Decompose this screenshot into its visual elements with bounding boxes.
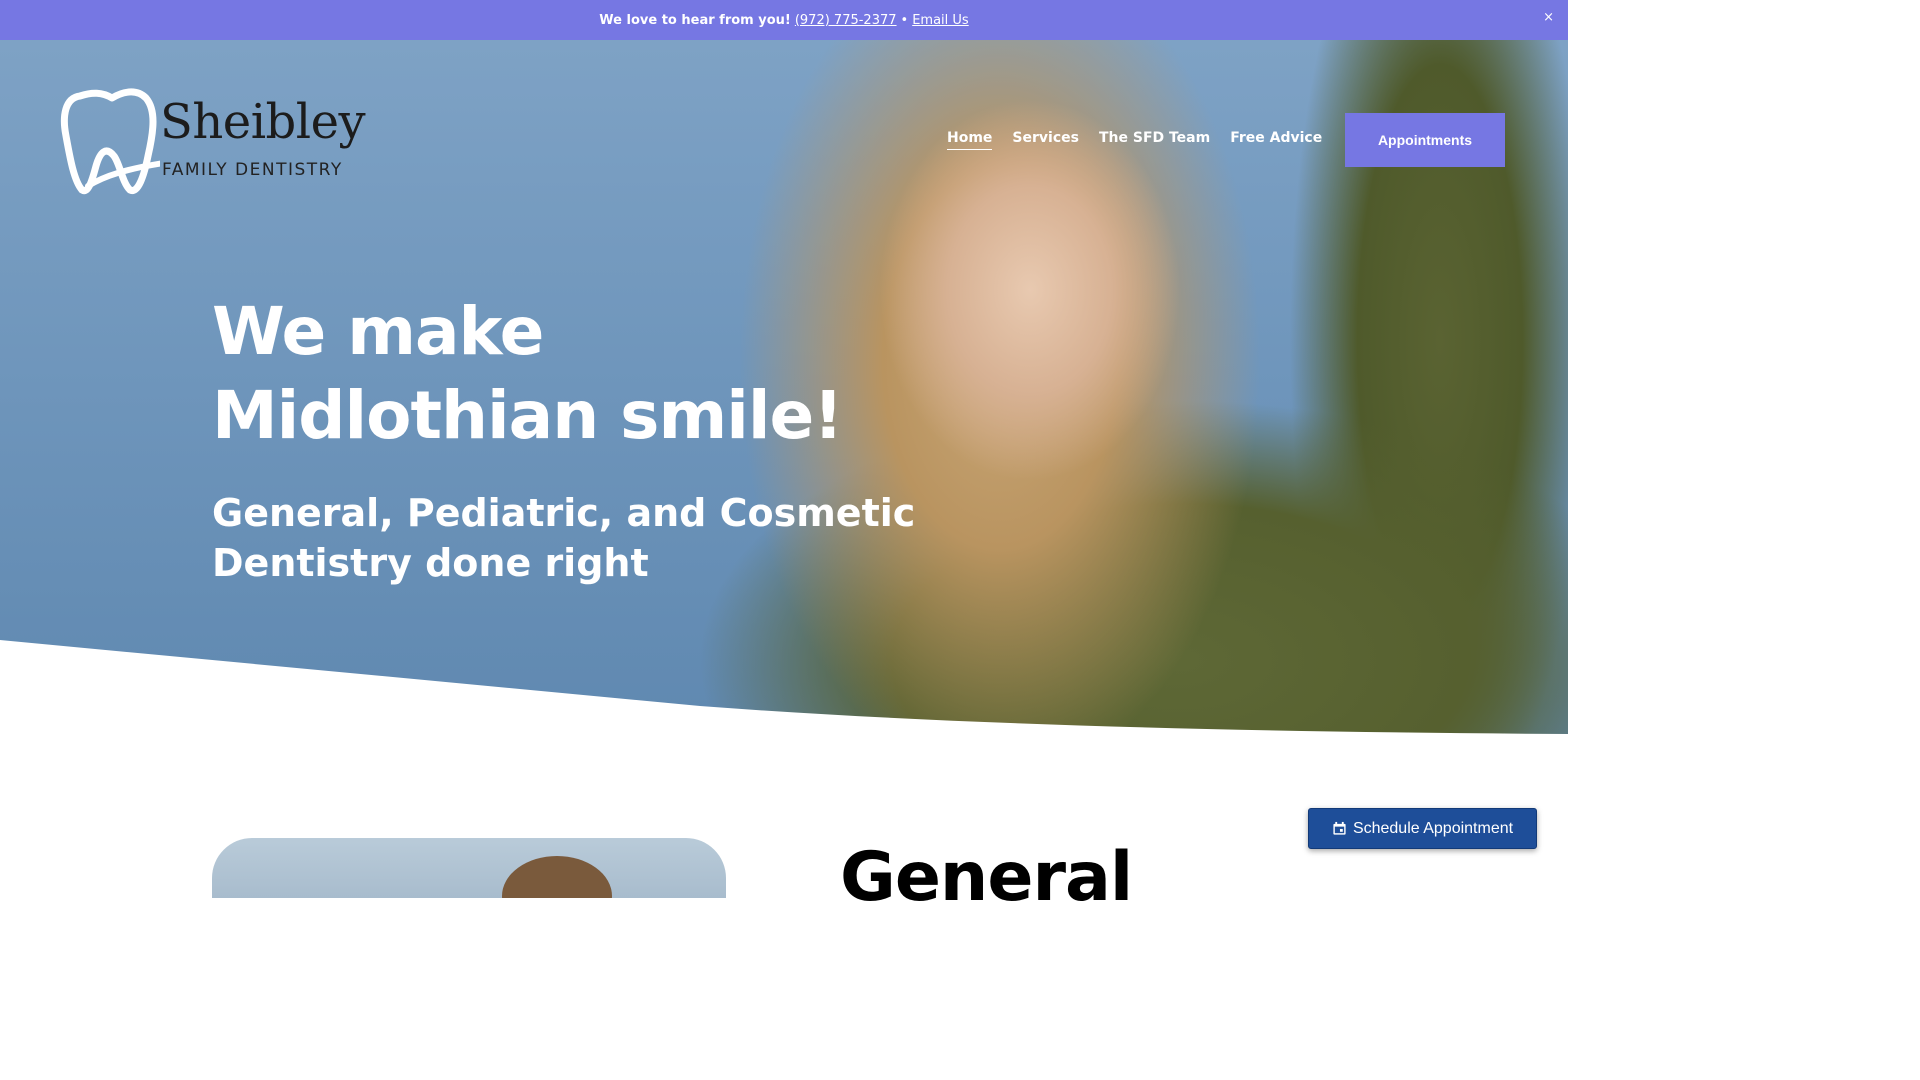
headline-line-1: We make bbox=[212, 293, 544, 370]
hero-subheadline: General, Pediatric, and Cosmetic Dentist… bbox=[212, 491, 916, 585]
close-icon[interactable]: × bbox=[1543, 10, 1554, 25]
nav-free-advice[interactable]: Free Advice bbox=[1230, 130, 1322, 150]
hero-headline: We make Midlothian smile! bbox=[212, 290, 843, 458]
photo-subject bbox=[502, 856, 612, 898]
announcement-separator: • bbox=[900, 12, 909, 28]
main-nav: Home Services The SFD Team Free Advice bbox=[947, 130, 1322, 150]
email-link[interactable]: Email Us bbox=[912, 13, 969, 28]
section-photo bbox=[212, 838, 726, 898]
announcement-lead: We love to hear from you! bbox=[599, 12, 791, 28]
nav-sfd-team[interactable]: The SFD Team bbox=[1099, 130, 1210, 150]
logo-brand: Sheibley bbox=[160, 94, 366, 150]
headline-line-2: Midlothian smile! bbox=[212, 377, 843, 454]
calendar-icon bbox=[1333, 821, 1346, 835]
nav-services[interactable]: Services bbox=[1012, 130, 1079, 150]
announcement-bar: We love to hear from you! (972) 775-2377… bbox=[0, 0, 1568, 40]
hero-wave-divider bbox=[0, 640, 1568, 740]
schedule-appointment-button[interactable]: Schedule Appointment bbox=[1308, 808, 1537, 849]
phone-link[interactable]: (972) 775-2377 bbox=[795, 13, 897, 28]
nav-home[interactable]: Home bbox=[947, 130, 993, 150]
section-heading: General bbox=[840, 838, 1133, 917]
site-logo[interactable]: Sheibley FAMILY DENTISTRY bbox=[60, 86, 370, 196]
schedule-label: Schedule Appointment bbox=[1352, 819, 1514, 837]
logo-subtitle: FAMILY DENTISTRY bbox=[162, 160, 343, 180]
tooth-icon bbox=[60, 88, 160, 195]
appointments-button[interactable]: Appointments bbox=[1345, 113, 1505, 167]
